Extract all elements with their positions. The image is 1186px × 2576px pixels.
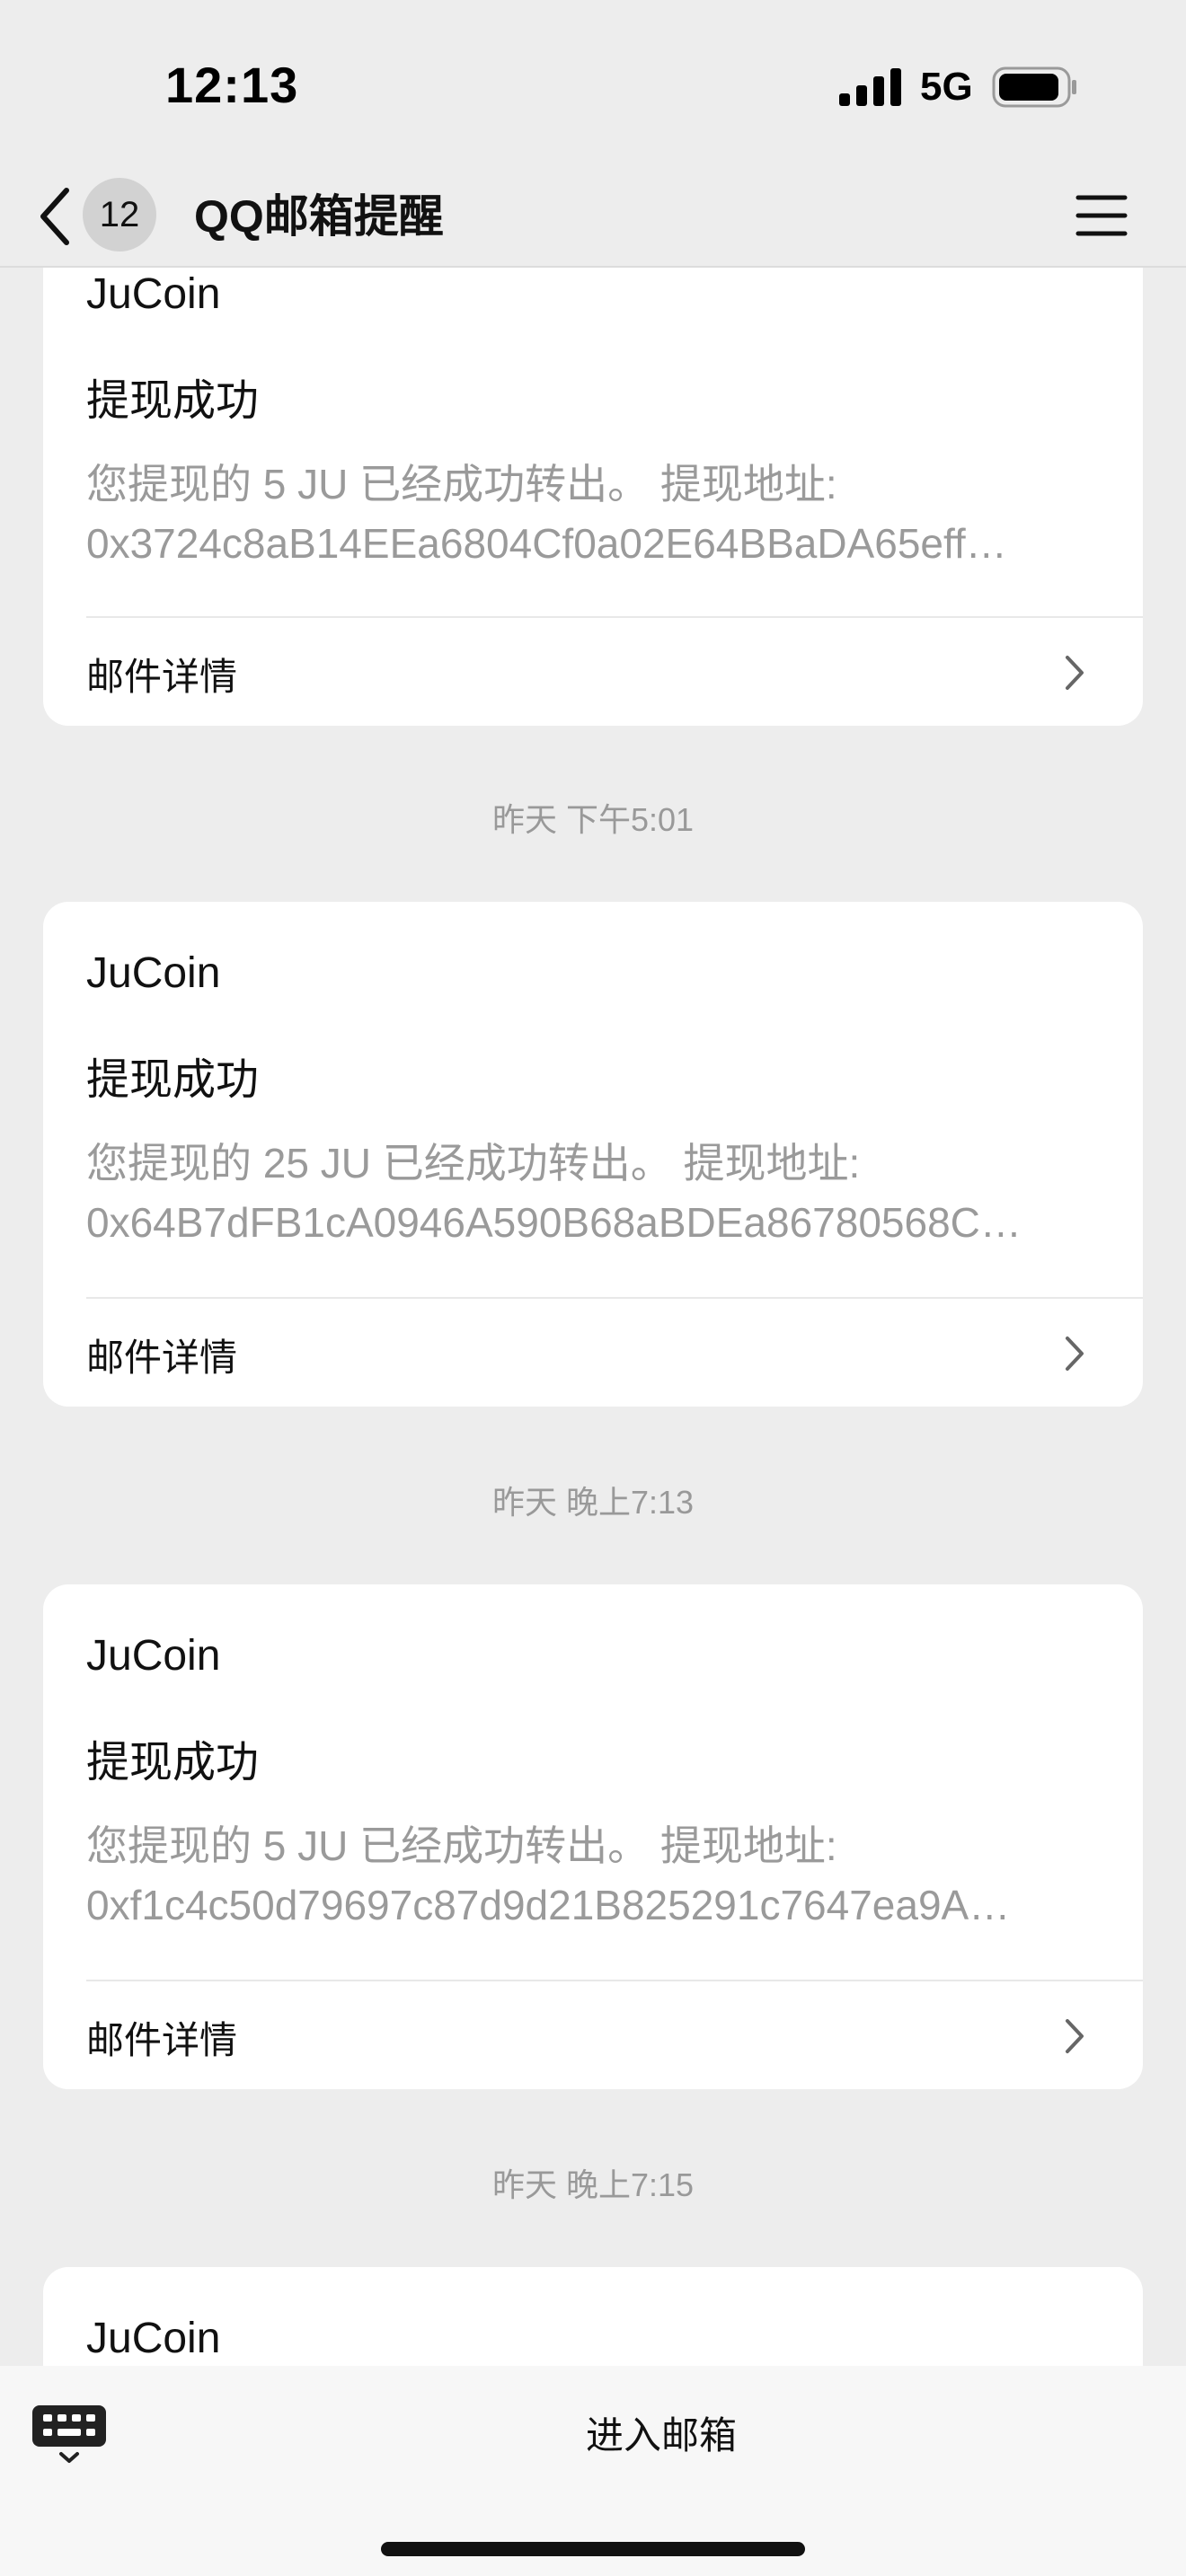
network-label: 5G bbox=[920, 65, 973, 109]
message-subject: 提现成功 bbox=[86, 377, 260, 425]
page-title: QQ邮箱提醒 bbox=[194, 191, 444, 242]
status-bar: 12:13 5G bbox=[0, 0, 1186, 171]
mail-detail-link[interactable]: 邮件详情 bbox=[43, 618, 1143, 726]
hamburger-menu-icon[interactable] bbox=[1075, 189, 1128, 243]
message-timestamp: 昨天 下午5:01 bbox=[491, 801, 695, 838]
message-feed: JuCoin 提现成功 您提现的 5 JU 已经成功转出。 提现地址: 0x37… bbox=[0, 0, 1186, 2576]
mail-detail-link[interactable]: 邮件详情 bbox=[43, 1981, 1143, 2089]
message-preview: 您提现的 5 JU 已经成功转出。 提现地址: 0x3724c8aB14EEa6… bbox=[86, 454, 1102, 573]
message-sender: JuCoin bbox=[86, 1632, 221, 1680]
message-card[interactable]: JuCoin 提现成功 您提现的 5 JU 已经成功转出。 提现地址: 0x37… bbox=[43, 234, 1143, 726]
battery-icon bbox=[992, 66, 1076, 108]
mail-detail-label: 邮件详情 bbox=[86, 656, 238, 698]
chevron-right-icon bbox=[1066, 656, 1084, 690]
mail-detail-label: 邮件详情 bbox=[86, 2019, 238, 2061]
preview-line: 0x3724c8aB14EEa6804Cf0a02E64BBaDA65eff… bbox=[86, 520, 1007, 567]
chevron-right-icon bbox=[1066, 1337, 1084, 1371]
preview-line: 您提现的 5 JU 已经成功转出。 提现地址: bbox=[86, 461, 837, 507]
message-subject: 提现成功 bbox=[86, 1739, 260, 1786]
mail-detail-link[interactable]: 邮件详情 bbox=[43, 1299, 1143, 1407]
message-preview: 您提现的 5 JU 已经成功转出。 提现地址: 0xf1c4c50d79697c… bbox=[86, 1816, 1102, 1935]
message-subject: 提现成功 bbox=[86, 1056, 260, 1104]
preview-line: 0xf1c4c50d79697c87d9d21B825291c7647ea9A… bbox=[86, 1882, 1011, 1928]
message-sender: JuCoin bbox=[86, 949, 221, 997]
screen: 12:13 5G 12 QQ邮箱提醒 JuCoin 提现成功 您提现的 5 JU… bbox=[0, 0, 1186, 2576]
cellular-signal-icon bbox=[839, 68, 901, 106]
message-card[interactable]: JuCoin 提现成功 您提现的 25 JU 已经成功转出。 提现地址: 0x6… bbox=[43, 902, 1143, 1407]
message-card[interactable]: JuCoin 提现成功 您提现的 5 JU 已经成功转出。 提现地址: 0xf1… bbox=[43, 1584, 1143, 2089]
chevron-left-icon[interactable] bbox=[36, 185, 75, 248]
home-indicator[interactable] bbox=[381, 2542, 805, 2556]
mail-detail-label: 邮件详情 bbox=[86, 1337, 238, 1379]
nav-bar: 12 QQ邮箱提醒 bbox=[0, 171, 1186, 268]
message-sender: JuCoin bbox=[86, 2315, 221, 2362]
preview-line: 您提现的 5 JU 已经成功转出。 提现地址: bbox=[86, 1822, 837, 1869]
status-time: 12:13 bbox=[165, 57, 299, 113]
message-timestamp: 昨天 晚上7:13 bbox=[491, 1484, 695, 1521]
message-preview: 您提现的 25 JU 已经成功转出。 提现地址: 0x64B7dFB1cA094… bbox=[86, 1134, 1102, 1252]
message-timestamp: 昨天 晚上7:15 bbox=[491, 2166, 695, 2203]
preview-line: 您提现的 25 JU 已经成功转出。 提现地址: bbox=[86, 1140, 861, 1187]
bottom-bar: 进入邮箱 bbox=[0, 2366, 1186, 2576]
enter-mailbox-button[interactable]: 进入邮箱 bbox=[0, 2405, 1186, 2460]
chevron-right-icon bbox=[1066, 2019, 1084, 2053]
unread-count-badge[interactable]: 12 bbox=[83, 178, 156, 251]
preview-line: 0x64B7dFB1cA0946A590B68aBDEa86780568C… bbox=[86, 1199, 1022, 1246]
message-sender: JuCoin bbox=[86, 270, 221, 318]
